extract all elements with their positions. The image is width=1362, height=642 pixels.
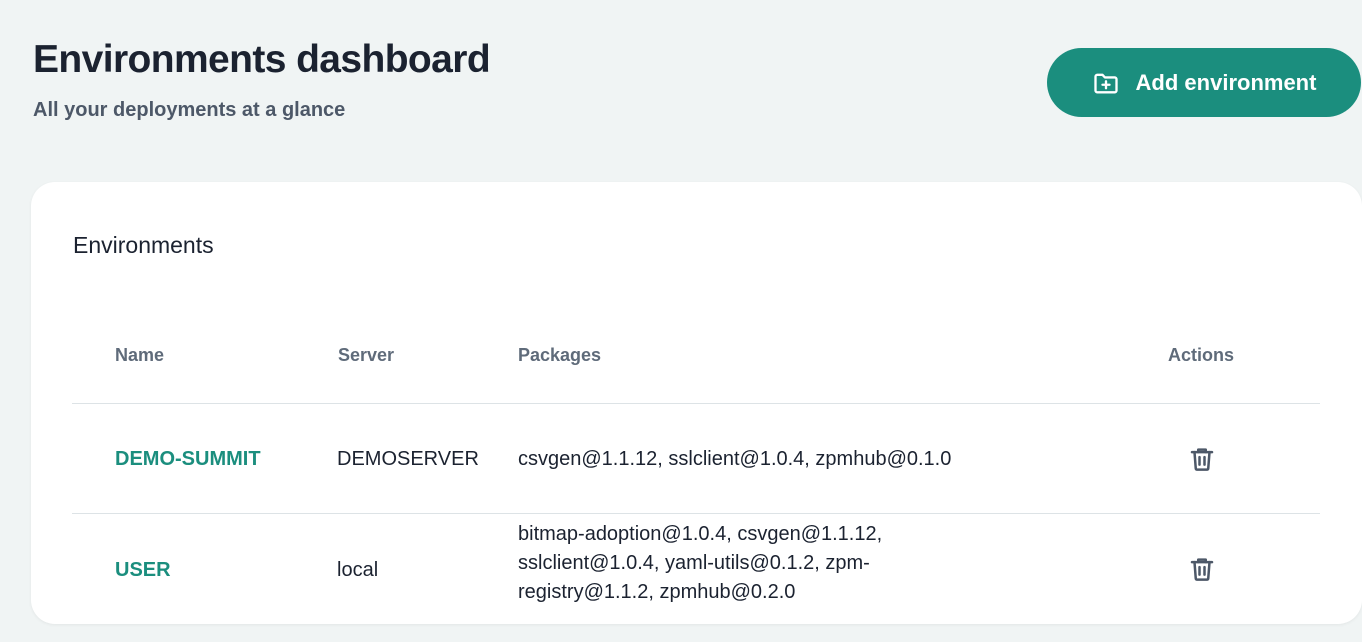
environment-packages: bitmap-adoption@1.0.4, csvgen@1.1.12, ss… — [518, 523, 883, 603]
environment-server: DEMOSERVER — [337, 448, 479, 470]
page-subtitle: All your deployments at a glance — [33, 99, 346, 121]
add-environment-label: Add environment — [1135, 69, 1317, 95]
column-header-packages: Packages — [518, 345, 602, 365]
page-title: Environments dashboard — [33, 38, 491, 81]
card-title: Environments — [73, 232, 214, 258]
add-environment-button[interactable]: Add environment — [1047, 48, 1361, 117]
folder-plus-icon — [1092, 69, 1120, 97]
column-header-name: Name — [115, 345, 165, 365]
header-divider — [72, 403, 1320, 404]
environment-packages: csvgen@1.1.12, sslclient@1.0.4, zpmhub@0… — [518, 448, 952, 470]
environment-name-link[interactable]: DEMO-SUMMIT — [115, 445, 261, 474]
trash-icon[interactable] — [1187, 444, 1217, 474]
column-header-server: Server — [338, 345, 395, 365]
row-divider — [72, 513, 1320, 514]
environment-server: local — [337, 559, 379, 581]
environments-dashboard-page: Environments dashboard All your deployme… — [0, 0, 1362, 642]
environment-name-link[interactable]: USER — [115, 556, 171, 585]
column-header-actions: Actions — [1168, 345, 1235, 365]
trash-icon[interactable] — [1187, 554, 1217, 584]
environments-card: Environments Name Server Packages Action… — [31, 182, 1362, 624]
